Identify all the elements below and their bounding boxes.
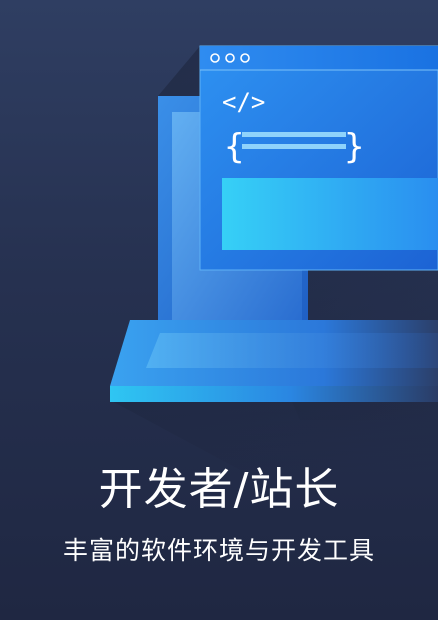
browser-window-icon: </> { } (199, 45, 438, 271)
window-title-bar (200, 46, 438, 70)
content-block (222, 178, 438, 250)
code-line-1 (242, 132, 346, 137)
base-shadow (110, 400, 438, 470)
developer-webmaster-banner[interactable]: </> { } 开发者/站长 丰富的软件环境与开发工具 (0, 0, 438, 620)
brace-close-glyph: } (344, 127, 364, 167)
code-tag-icon: </> (222, 88, 265, 116)
code-line-2 (242, 144, 346, 149)
laptop-trackpad (146, 333, 438, 368)
banner-subtitle: 丰富的软件环境与开发工具 (62, 536, 375, 565)
laptop-base-front (110, 386, 438, 402)
banner-title: 开发者/站长 (98, 464, 340, 515)
laptop-illustration: </> { } (110, 45, 438, 470)
brace-open-glyph: { (224, 127, 244, 167)
